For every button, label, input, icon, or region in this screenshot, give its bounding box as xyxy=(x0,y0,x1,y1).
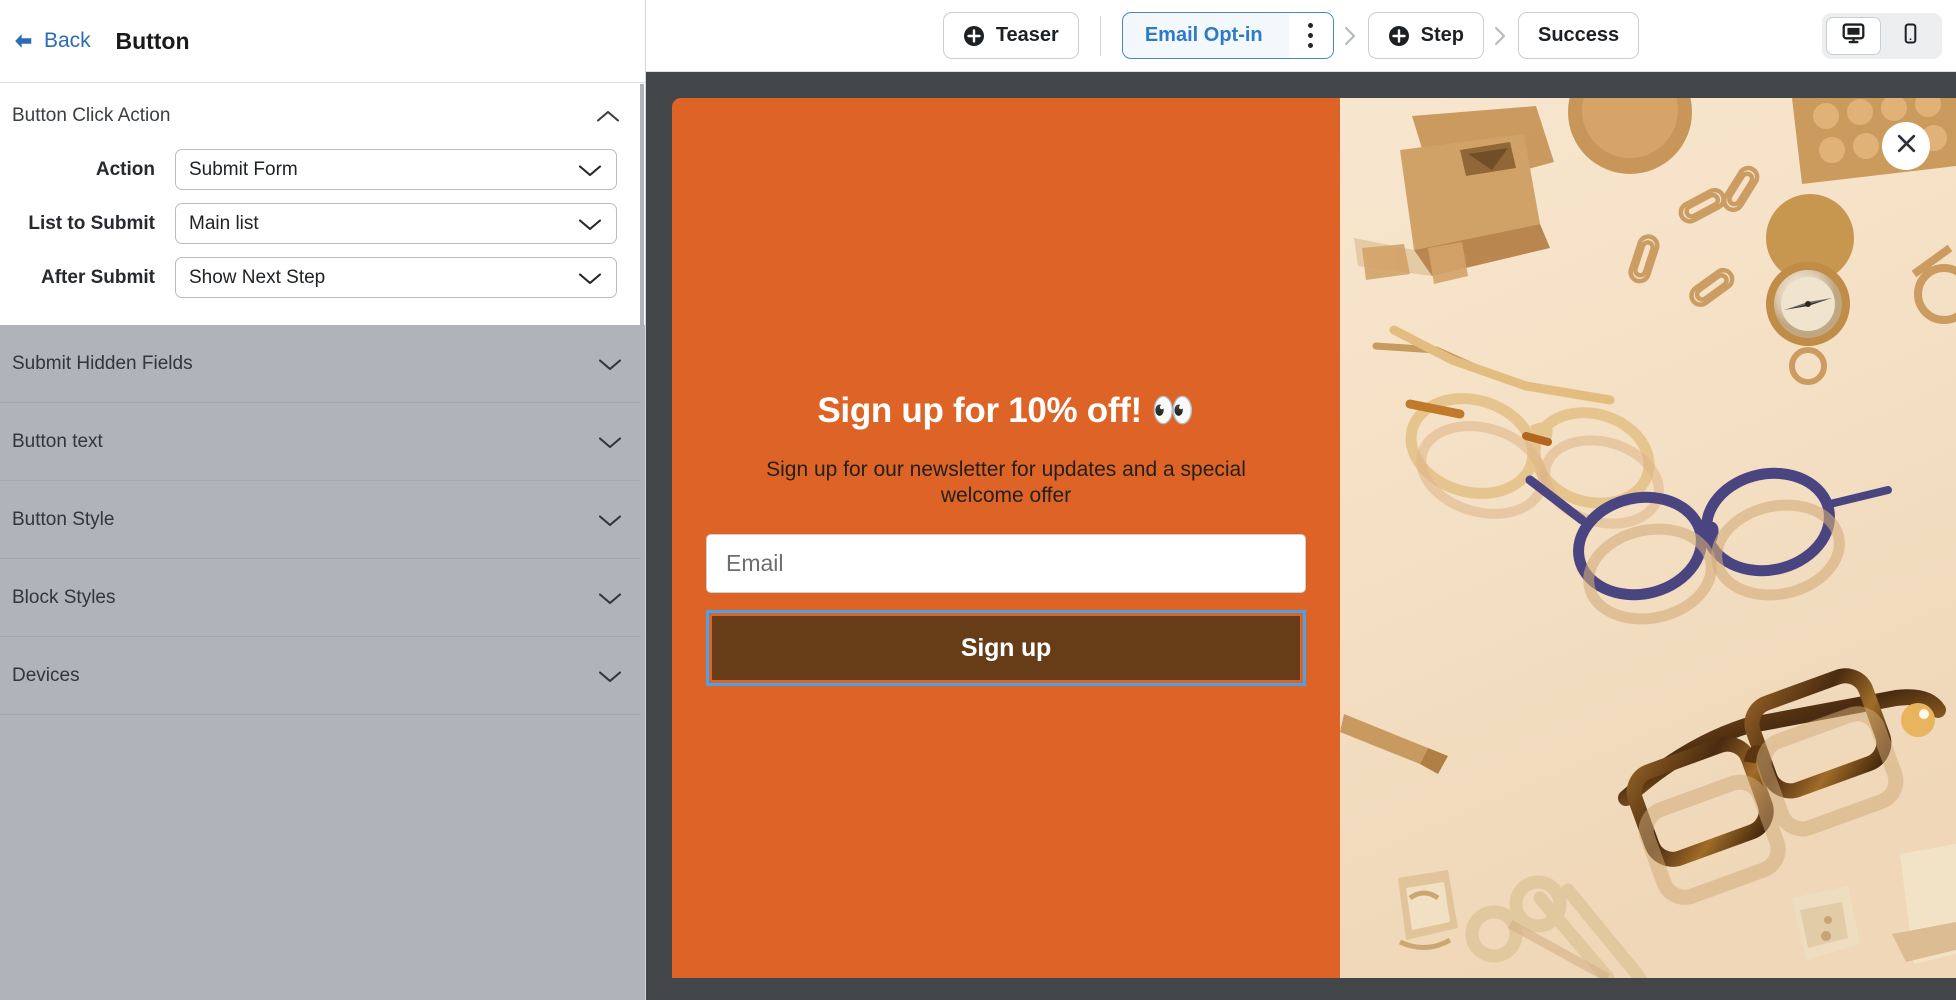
popup-subheadline: Sign up for our newsletter for updates a… xyxy=(766,457,1246,507)
step-navigation: Teaser Email Opt-in Step Success xyxy=(646,12,1956,59)
popup-preview: Sign up for 10% off! 👀 Sign up for our n… xyxy=(672,98,1956,978)
back-label: Back xyxy=(44,29,91,52)
plus-circle-icon xyxy=(963,25,985,47)
back-button[interactable]: Back xyxy=(12,29,91,53)
toolbar-divider xyxy=(1099,15,1101,56)
after-submit-select-value: Show Next Step xyxy=(189,266,326,288)
add-teaser-button[interactable]: Teaser xyxy=(942,12,1079,59)
signup-button-label: Sign up xyxy=(960,633,1052,662)
list-to-submit-select-value: Main list xyxy=(189,212,259,234)
device-desktop-button[interactable] xyxy=(1826,16,1881,55)
device-mobile-button[interactable] xyxy=(1883,17,1938,55)
chevron-down-icon xyxy=(577,216,603,232)
chevron-right-icon xyxy=(1484,25,1518,47)
sidebar-scrollbar[interactable] xyxy=(640,84,644,1000)
device-toggle xyxy=(1822,12,1942,59)
mobile-icon xyxy=(1899,22,1922,50)
add-teaser-label: Teaser xyxy=(995,24,1059,46)
chevron-down-icon xyxy=(597,512,623,528)
group-title: Devices xyxy=(12,664,80,686)
after-submit-select[interactable]: Show Next Step xyxy=(175,257,617,298)
step-tab-email-optin[interactable]: Email Opt-in xyxy=(1121,12,1334,59)
email-input-placeholder: Email xyxy=(726,550,784,577)
field-row-action: Action Submit Form xyxy=(0,149,645,190)
preview-canvas: Sign up for 10% off! 👀 Sign up for our n… xyxy=(646,72,1956,1000)
popup-headline: Sign up for 10% off! 👀 xyxy=(817,390,1195,430)
desktop-icon xyxy=(1841,21,1866,51)
properties-sidebar: Back Button Button Click Action Action S… xyxy=(0,0,646,1000)
arrow-left-icon xyxy=(12,30,34,52)
popup-content-column: Sign up for 10% off! 👀 Sign up for our n… xyxy=(672,98,1340,978)
collapsed-groups-list: Submit Hidden Fields Button text Button … xyxy=(0,325,645,1000)
popup-image-column xyxy=(1340,98,1956,978)
add-step-label: Step xyxy=(1420,24,1464,46)
top-toolbar: Teaser Email Opt-in Step Success xyxy=(646,0,1956,72)
list-to-submit-select[interactable]: Main list xyxy=(175,203,617,244)
group-title: Button Style xyxy=(12,508,115,530)
field-row-list-to-submit: List to Submit Main list xyxy=(0,203,645,244)
group-title: Block Styles xyxy=(12,586,116,608)
group-header-submit-hidden-fields[interactable]: Submit Hidden Fields xyxy=(0,325,645,403)
editor-main: Teaser Email Opt-in Step Success Sign up… xyxy=(646,0,1956,1000)
more-vertical-icon[interactable] xyxy=(1288,13,1333,58)
add-step-button[interactable]: Step xyxy=(1367,12,1484,59)
close-button[interactable] xyxy=(1882,122,1930,170)
group-title: Button Click Action xyxy=(12,105,171,126)
signup-button-selection-frame[interactable]: Sign up xyxy=(706,610,1306,687)
field-row-after-submit: After Submit Show Next Step xyxy=(0,257,645,298)
group-header-button-style[interactable]: Button Style xyxy=(0,481,645,559)
plus-circle-icon xyxy=(1388,25,1410,47)
chevron-down-icon xyxy=(577,162,603,178)
chevron-down-icon xyxy=(577,270,603,286)
step-tab-success[interactable]: Success xyxy=(1517,12,1640,59)
eyeglasses-flatlay-photo xyxy=(1340,98,1956,978)
group-title: Button text xyxy=(12,430,103,452)
chevron-up-icon xyxy=(595,108,621,124)
action-select[interactable]: Submit Form xyxy=(175,149,617,190)
group-title: Submit Hidden Fields xyxy=(12,352,193,374)
group-header-button-text[interactable]: Button text xyxy=(0,403,645,481)
field-label-action: Action xyxy=(95,158,155,180)
group-header-button-click-action[interactable]: Button Click Action xyxy=(0,83,645,149)
chevron-down-icon xyxy=(597,668,623,684)
email-input[interactable]: Email xyxy=(706,534,1306,594)
group-button-click-action: Button Click Action Action Submit Form L… xyxy=(0,83,645,325)
close-icon xyxy=(1894,131,1919,161)
sidebar-header: Back Button xyxy=(0,0,645,83)
chevron-right-icon xyxy=(1334,25,1368,47)
chevron-down-icon xyxy=(597,356,623,372)
action-select-value: Submit Form xyxy=(189,158,298,180)
group-header-block-styles[interactable]: Block Styles xyxy=(0,559,645,637)
field-label-after-submit: After Submit xyxy=(41,266,155,288)
chevron-down-icon xyxy=(597,590,623,606)
group-header-devices[interactable]: Devices xyxy=(0,637,645,715)
step-tab-success-label: Success xyxy=(1537,24,1620,46)
step-tab-email-optin-label: Email Opt-in xyxy=(1144,24,1263,46)
signup-button[interactable]: Sign up xyxy=(712,616,1300,681)
chevron-down-icon xyxy=(597,434,623,450)
field-label-list-to-submit: List to Submit xyxy=(28,212,155,234)
page-title: Button xyxy=(115,27,190,54)
